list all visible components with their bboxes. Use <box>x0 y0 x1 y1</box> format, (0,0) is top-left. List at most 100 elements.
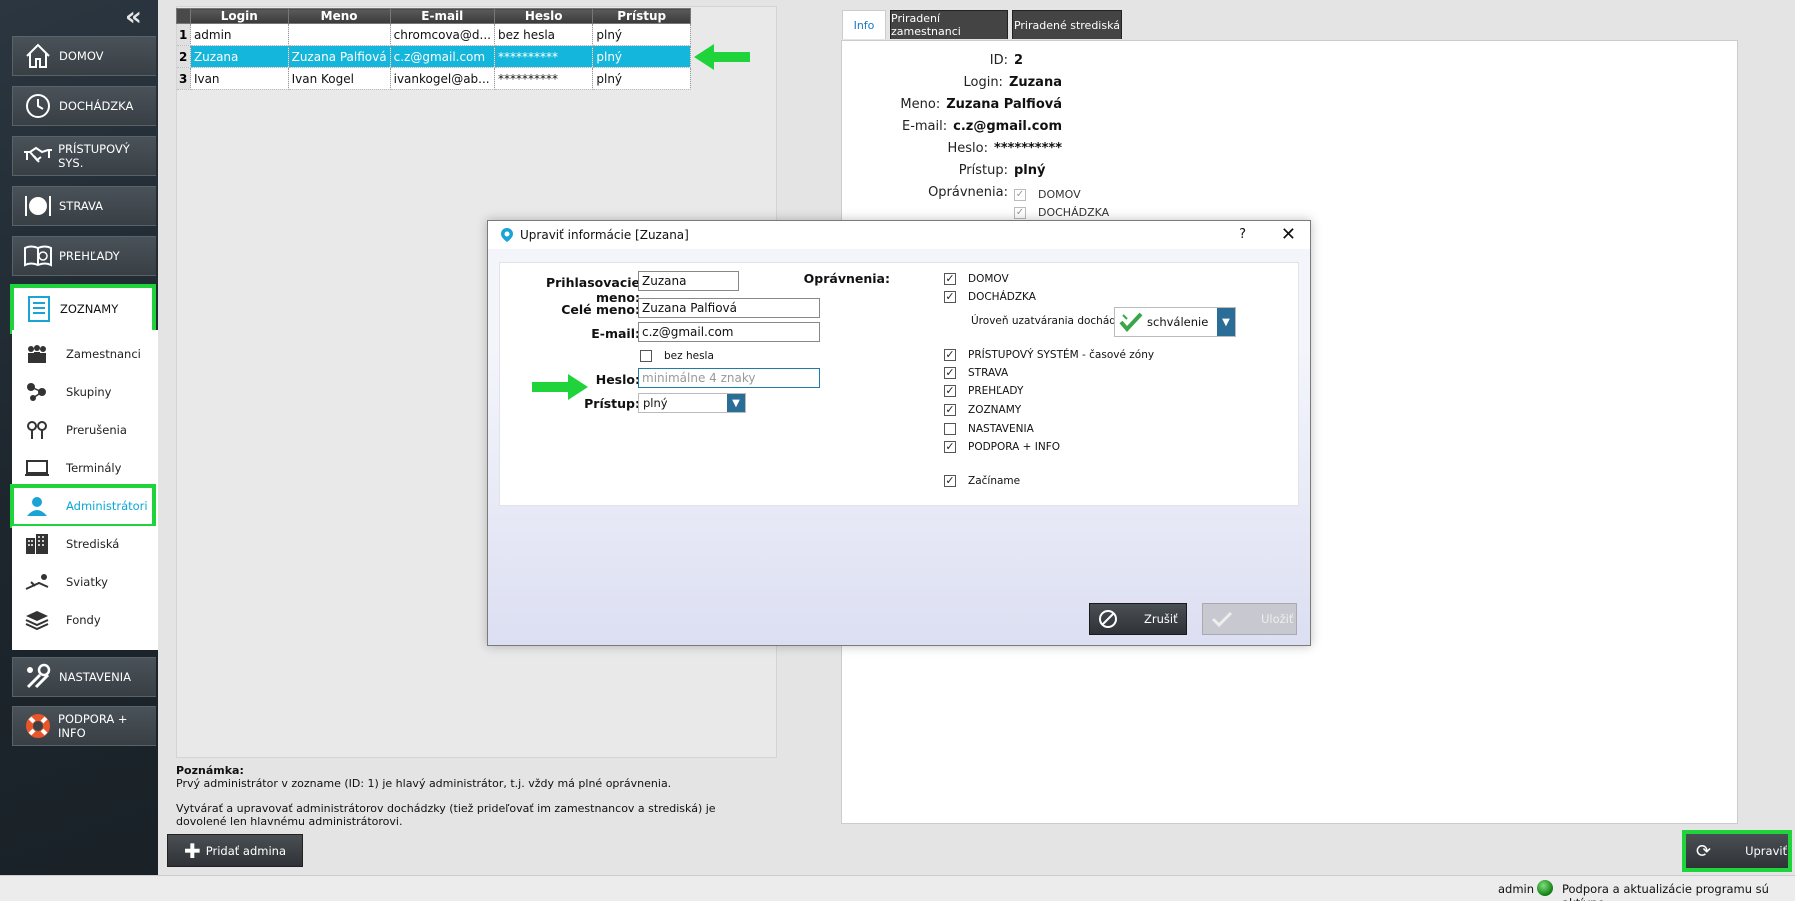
detail-heslo: Heslo: ********** <box>842 141 1062 156</box>
tab-priradeni-zamestnanci[interactable]: Priradení zamestnanci <box>890 10 1008 39</box>
note-line-2: Vytvárať a upravovať administrátorov doc… <box>176 802 716 828</box>
checkbox-disabled-icon: ✓ <box>1014 206 1026 219</box>
cell-heslo: ********** <box>494 45 594 68</box>
col-meno[interactable]: Meno <box>287 8 391 24</box>
sidebar-item-label: Administrátori <box>66 499 148 513</box>
nav-label: PRÍSTUPOVÝ SYS. <box>58 142 130 170</box>
detail-pristup: Prístup: plný <box>842 163 1062 178</box>
table-row[interactable]: 1 admin chromcova@d... bez hesla plný <box>176 23 691 46</box>
checkbox-checked-icon: ✓ <box>944 384 956 397</box>
layers-icon <box>24 609 50 631</box>
plate-icon <box>21 191 55 221</box>
sidebar-item-fondy[interactable]: Fondy <box>12 602 158 638</box>
table-row[interactable]: 2 Zuzana Zuzana Palfiová c.z@gmail.com *… <box>176 45 691 68</box>
col-pristup[interactable]: Prístup <box>592 8 691 24</box>
detail-login: Login: Zuzana <box>842 75 1062 90</box>
sidebar-item-terminaly[interactable]: Terminály <box>12 450 158 486</box>
checkbox-empty-icon <box>944 423 956 435</box>
status-led-icon <box>1537 880 1553 896</box>
note: Poznámka: Prvý administrátor v zozname (… <box>176 764 776 828</box>
nav-prehlady[interactable]: PREHĽADY <box>12 236 156 276</box>
tab-priradene-strediska[interactable]: Priradené strediská <box>1012 10 1122 39</box>
check-icon <box>1211 611 1233 628</box>
detail-pristup-label: Prístup: <box>958 163 1008 178</box>
sidebar-item-administratori[interactable]: Administrátori <box>10 484 156 528</box>
nav-pristupovy-sys[interactable]: PRÍSTUPOVÝ SYS. <box>12 136 156 176</box>
nav-zoznamy[interactable]: ZOZNAMY <box>10 284 156 334</box>
edit-button[interactable]: ⟳ Upraviť <box>1682 830 1792 872</box>
row-index-header <box>176 8 191 24</box>
chevron-down-icon: ▼ <box>1217 308 1235 336</box>
sidebar-item-label: Skupiny <box>66 385 112 399</box>
perm-pristupovy-system-checkbox[interactable]: ✓ PRÍSTUPOVÝ SYSTÉM - časové zóny <box>944 349 1154 361</box>
detail-perm-label: DOCHÁDZKA <box>1038 206 1110 219</box>
email-input[interactable] <box>638 322 820 342</box>
sidebar-item-label: Prerušenia <box>66 423 127 437</box>
access-value: plný <box>643 396 668 410</box>
nav-domov[interactable]: DOMOV <box>12 36 156 76</box>
checkbox-checked-icon: ✓ <box>944 366 956 379</box>
close-icon[interactable]: ✕ <box>1281 224 1296 245</box>
status-user: admin <box>1498 882 1535 896</box>
detail-perm-dochadzka: ✓ DOCHÁDZKA <box>1014 206 1109 219</box>
edit-button-label: Upraviť <box>1745 844 1788 858</box>
nav-strava[interactable]: STRAVA <box>12 186 156 226</box>
cancel-button[interactable]: Zrušiť <box>1089 603 1187 635</box>
detail-login-label: Login: <box>963 75 1003 90</box>
table-row[interactable]: 3 Ivan Ivan Kogel ivankogel@ab... ******… <box>176 67 691 90</box>
nav-nastavenia[interactable]: NASTAVENIA <box>12 657 156 697</box>
no-password-checkbox[interactable]: bez hesla <box>640 350 714 362</box>
help-icon[interactable]: ? <box>1239 227 1246 242</box>
dialog-titlebar[interactable]: Upraviť informácie [Zuzana] ? ✕ <box>488 221 1310 249</box>
add-admin-button[interactable]: ✚ Pridať admina <box>167 834 303 867</box>
sidebar-item-sviatky[interactable]: Sviatky <box>12 564 158 600</box>
nav-podpora-info[interactable]: PODPORA + INFO <box>12 706 156 746</box>
sidebar-item-strediska[interactable]: Strediská <box>12 526 158 562</box>
sidebar-item-label: Strediská <box>66 537 120 551</box>
sidebar-item-zamestnanci[interactable]: Zamestnanci <box>12 336 158 372</box>
full-name-input[interactable] <box>638 298 820 318</box>
nav-dochadzka[interactable]: DOCHÁDZKA <box>12 86 156 126</box>
login-input[interactable] <box>638 271 739 291</box>
access-select[interactable]: plný ▼ <box>638 393 746 413</box>
table-header: Login Meno E-mail Heslo Prístup <box>176 8 691 24</box>
home-icon <box>21 41 55 71</box>
password-input[interactable] <box>638 368 820 388</box>
sidebar-item-prerusenia[interactable]: Prerušenia <box>12 412 158 448</box>
permissions-label: Oprávnenia: <box>803 271 890 286</box>
perm-prehlady-checkbox[interactable]: ✓ PREHĽADY <box>944 385 1023 397</box>
sidebar: « DOMOV DOCHÁDZKA PRÍSTUPOVÝ SYS. STRAVA… <box>0 0 158 875</box>
closing-level-select[interactable]: schválenie ▼ <box>1114 307 1236 337</box>
nav-label: PREHĽADY <box>59 249 120 263</box>
chevron-down-icon: ▼ <box>727 394 745 412</box>
nav-label: STRAVA <box>59 199 103 213</box>
col-heslo[interactable]: Heslo <box>493 8 594 24</box>
detail-id: ID: 2 <box>842 53 1062 68</box>
perm-domov-checkbox[interactable]: ✓ DOMOV <box>944 273 1009 285</box>
tab-info[interactable]: Info <box>842 10 886 39</box>
checkbox-checked-icon: ✓ <box>944 403 956 416</box>
perm-nastavenia-checkbox[interactable]: NASTAVENIA <box>944 423 1034 435</box>
save-button[interactable]: Uložiť <box>1202 603 1297 635</box>
cell-pristup: plný <box>592 23 691 46</box>
perm-strava-checkbox[interactable]: ✓ STRAVA <box>944 367 1008 379</box>
sidebar-item-label: Zamestnanci <box>66 347 141 361</box>
checkbox-empty-icon <box>640 350 652 362</box>
perm-zaciname-checkbox[interactable]: ✓ Začíname <box>944 475 1020 487</box>
checkbox-disabled-icon: ✓ <box>1014 188 1026 201</box>
perm-zoznamy-checkbox[interactable]: ✓ ZOZNAMY <box>944 404 1021 416</box>
cell-meno: Ivan Kogel <box>288 67 391 90</box>
col-email[interactable]: E-mail <box>389 8 495 24</box>
cancel-icon <box>1099 610 1117 628</box>
detail-heslo-label: Heslo: <box>947 141 989 156</box>
row-index: 2 <box>176 45 191 68</box>
dialog-form: Prihlasovacie meno: Celé meno: E-mail: b… <box>499 262 1299 506</box>
col-login[interactable]: Login <box>189 8 289 24</box>
add-admin-label: Pridať admina <box>205 843 286 858</box>
perm-podpora-info-checkbox[interactable]: ✓ PODPORA + INFO <box>944 441 1060 453</box>
sidebar-item-skupiny[interactable]: Skupiny <box>12 374 158 410</box>
perm-dochadzka-checkbox[interactable]: ✓ DOCHÁDZKA <box>944 291 1036 303</box>
collapse-sidebar-icon[interactable]: « <box>125 4 147 30</box>
list-icon <box>22 294 56 324</box>
nav-label: NASTAVENIA <box>59 670 132 684</box>
